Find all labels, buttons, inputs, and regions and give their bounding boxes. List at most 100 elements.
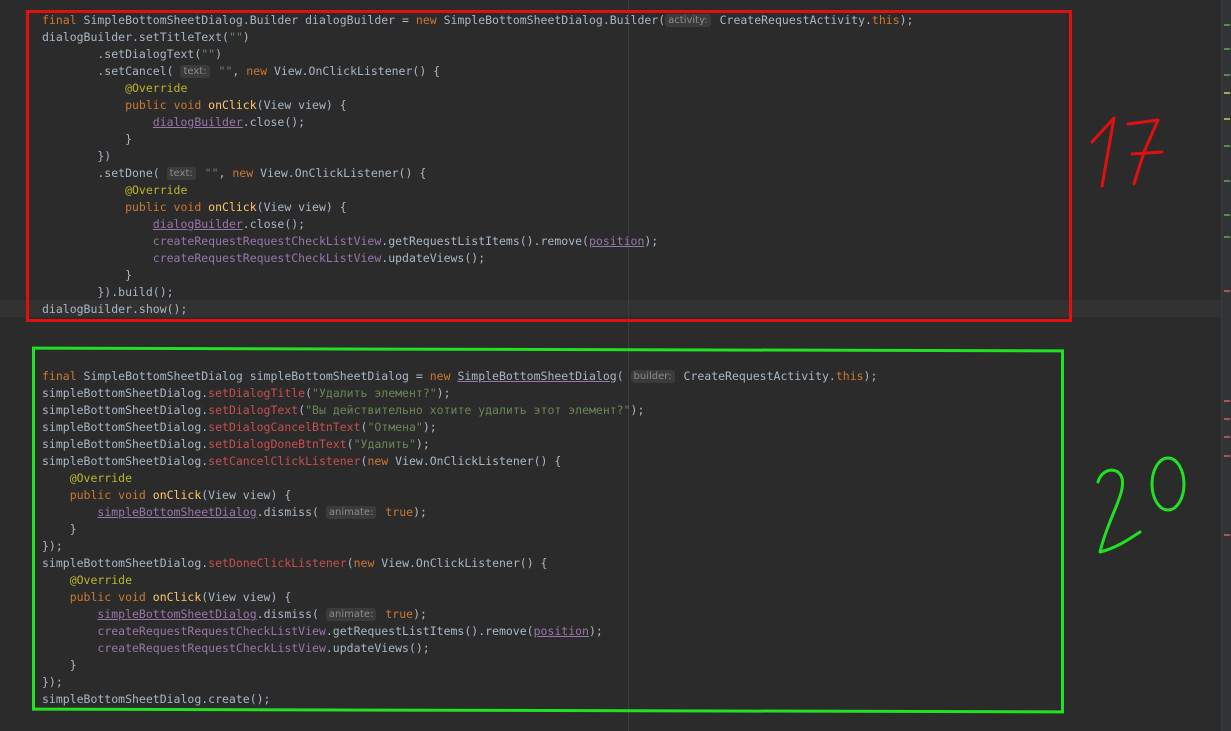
code-line[interactable]: simpleBottomSheetDialog.setDialogText("В… bbox=[42, 402, 644, 419]
code-token: .getRequestListItems().remove( bbox=[325, 624, 534, 638]
code-line[interactable]: dialogBuilder.close(); bbox=[42, 114, 305, 131]
code-line[interactable]: .setDone( text: "", new View.OnClickList… bbox=[42, 165, 426, 182]
code-line[interactable]: dialogBuilder.close(); bbox=[42, 216, 305, 233]
code-line[interactable]: }) bbox=[42, 148, 111, 165]
code-token: .dismiss( bbox=[256, 505, 326, 519]
code-line[interactable]: public void onClick(View view) { bbox=[42, 199, 347, 216]
code-token: public void bbox=[42, 200, 209, 214]
code-token: } bbox=[42, 132, 133, 146]
code-token: public void bbox=[42, 590, 153, 604]
code-line[interactable]: @Override bbox=[42, 470, 132, 487]
code-line[interactable]: @Override bbox=[42, 572, 132, 589]
code-token: @Override bbox=[42, 471, 133, 485]
parameter-hint: animate: bbox=[325, 506, 377, 519]
error-stripe-mark bbox=[1224, 436, 1230, 438]
editor-scrollbar[interactable] bbox=[1221, 0, 1231, 731]
code-token: setCancelClickListener bbox=[208, 454, 361, 468]
code-token: position bbox=[588, 234, 645, 248]
code-line[interactable]: simpleBottomSheetDialog.dismiss( animate… bbox=[42, 606, 427, 623]
code-token: dialogBuilder.setTitleText( bbox=[42, 30, 229, 44]
code-token: .setDone( bbox=[42, 166, 167, 180]
code-line[interactable]: .setDialogText("") bbox=[42, 46, 222, 63]
error-stripe-mark bbox=[1224, 534, 1230, 536]
code-line[interactable]: } bbox=[42, 131, 132, 148]
code-token: .close(); bbox=[242, 115, 306, 129]
code-line[interactable]: public void onClick(View view) { bbox=[42, 487, 292, 504]
code-line[interactable]: dialogBuilder.setTitleText("") bbox=[42, 29, 250, 46]
code-line[interactable]: createRequestRequestCheckListView.update… bbox=[42, 640, 430, 657]
code-token: (View view) { bbox=[201, 488, 292, 502]
code-token: true bbox=[378, 607, 414, 621]
code-line[interactable]: }); bbox=[42, 538, 63, 555]
error-stripe-mark bbox=[1224, 236, 1230, 238]
code-line[interactable]: @Override bbox=[42, 80, 187, 97]
code-token: }).build(); bbox=[42, 285, 174, 299]
code-line[interactable]: .setCancel( text: "", new View.OnClickLi… bbox=[42, 63, 440, 80]
code-line[interactable]: public void onClick(View view) { bbox=[42, 589, 292, 606]
error-stripe-mark bbox=[1224, 400, 1230, 402]
code-line[interactable]: simpleBottomSheetDialog.create(); bbox=[42, 691, 270, 708]
code-token: onClick bbox=[152, 590, 202, 604]
code-token: .close(); bbox=[242, 217, 306, 231]
code-token: setDialogTitle bbox=[208, 386, 306, 400]
code-line[interactable]: simpleBottomSheetDialog.setDialogDoneBtn… bbox=[42, 436, 430, 453]
code-token: new bbox=[353, 556, 382, 570]
code-token: ); bbox=[413, 607, 427, 621]
code-line[interactable]: final SimpleBottomSheetDialog.Builder di… bbox=[42, 12, 913, 29]
code-token: simpleBottomSheetDialog. bbox=[42, 403, 209, 417]
handwritten-number-17 bbox=[1090, 116, 1164, 188]
code-token: "Удалить элемент?" bbox=[312, 386, 437, 400]
code-line[interactable]: }).build(); bbox=[42, 284, 174, 301]
code-line[interactable]: createRequestRequestCheckListView.getReq… bbox=[42, 233, 658, 250]
code-token: final bbox=[42, 369, 84, 383]
code-token: View.OnClickListener() { bbox=[260, 166, 427, 180]
code-line[interactable]: simpleBottomSheetDialog.setDialogTitle("… bbox=[42, 385, 451, 402]
code-line[interactable]: dialogBuilder.show(); bbox=[42, 301, 187, 318]
code-token: position bbox=[533, 624, 589, 638]
code-line[interactable]: createRequestRequestCheckListView.getReq… bbox=[42, 623, 603, 640]
code-line[interactable]: final SimpleBottomSheetDialog simpleBott… bbox=[42, 368, 877, 385]
code-line[interactable]: simpleBottomSheetDialog.dismiss( animate… bbox=[42, 504, 427, 521]
code-line[interactable]: simpleBottomSheetDialog.setCancelClickLi… bbox=[42, 453, 561, 470]
code-line[interactable]: } bbox=[42, 521, 77, 538]
code-line[interactable]: @Override bbox=[42, 182, 187, 199]
code-token: ); bbox=[415, 437, 430, 451]
code-token: "" bbox=[211, 64, 233, 78]
code-token: ( bbox=[616, 369, 631, 383]
code-line[interactable]: }); bbox=[42, 674, 63, 691]
code-token: SimpleBottomSheetDialog bbox=[457, 369, 617, 383]
code-token: new bbox=[232, 166, 261, 180]
error-stripe-mark bbox=[1224, 24, 1230, 26]
code-token: setDoneClickListener bbox=[208, 556, 347, 570]
handwritten-number-20 bbox=[1096, 456, 1186, 554]
code-token: View.OnClickListener() { bbox=[395, 454, 562, 468]
code-token: dialogBuilder bbox=[152, 217, 243, 231]
code-token: View.OnClickListener() { bbox=[381, 556, 548, 570]
code-token: .dismiss( bbox=[256, 607, 326, 621]
code-editor[interactable]: final SimpleBottomSheetDialog.Builder di… bbox=[0, 0, 1231, 731]
code-line[interactable]: createRequestRequestCheckListView.update… bbox=[42, 250, 485, 267]
code-token: ); bbox=[436, 386, 451, 400]
code-token: ); bbox=[863, 369, 878, 383]
code-token: (View view) { bbox=[201, 590, 292, 604]
code-token: } bbox=[42, 658, 77, 672]
code-token: (View view) { bbox=[256, 98, 347, 112]
code-line[interactable]: simpleBottomSheetDialog.setDialogCancelB… bbox=[42, 419, 437, 436]
code-token: final bbox=[42, 13, 84, 27]
code-token: new bbox=[246, 64, 274, 78]
code-token: ) bbox=[215, 47, 223, 61]
code-token: public void bbox=[42, 488, 153, 502]
code-line[interactable]: } bbox=[42, 267, 132, 284]
code-token: .updateViews(); bbox=[325, 641, 430, 655]
code-line[interactable]: public void onClick(View view) { bbox=[42, 97, 347, 114]
code-line[interactable]: simpleBottomSheetDialog.setDoneClickList… bbox=[42, 555, 547, 572]
code-token: }); bbox=[42, 675, 63, 689]
code-token: ); bbox=[413, 505, 427, 519]
code-token: .getRequestListItems().remove( bbox=[381, 234, 589, 248]
code-line[interactable]: } bbox=[42, 657, 77, 674]
code-token: ); bbox=[588, 624, 603, 638]
code-token: onClick bbox=[208, 98, 257, 112]
